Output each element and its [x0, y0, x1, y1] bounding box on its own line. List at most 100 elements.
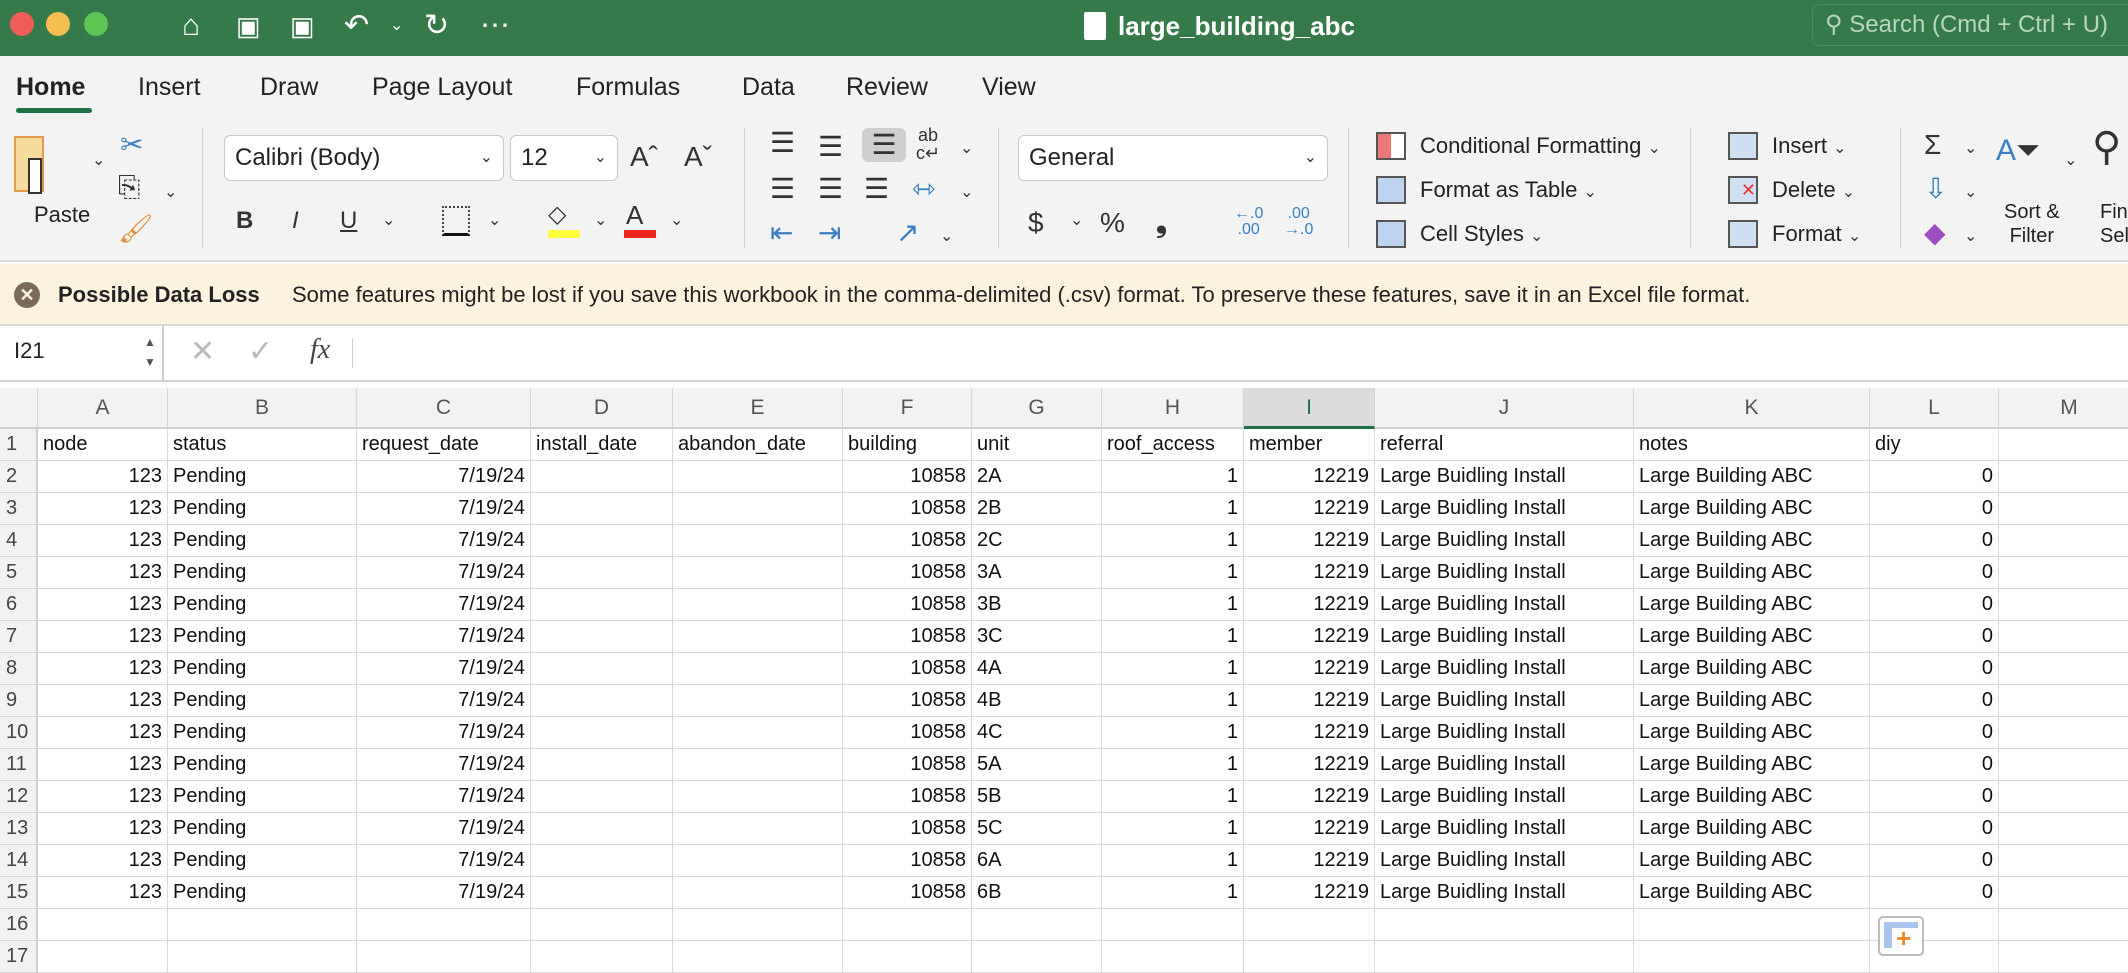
tab-draw[interactable]: Draw [260, 70, 318, 104]
header-cell[interactable]: diy [1870, 429, 1999, 461]
cell[interactable] [1999, 941, 2128, 973]
cell[interactable]: 4A [972, 653, 1102, 685]
cell[interactable]: 0 [1870, 749, 1999, 781]
cell[interactable]: Large Buidling Install [1375, 717, 1634, 749]
column-header-G[interactable]: G [972, 388, 1102, 429]
cell[interactable]: 0 [1870, 653, 1999, 685]
delete-cells-button[interactable]: Delete ⌄ [1772, 175, 1855, 208]
fill-color-dropdown-icon[interactable]: ⌄ [594, 210, 607, 230]
cell[interactable]: 1 [1102, 813, 1244, 845]
borders-icon[interactable] [442, 206, 470, 236]
cell[interactable]: 3C [972, 621, 1102, 653]
cell[interactable]: Pending [168, 589, 357, 621]
cell[interactable]: Large Buidling Install [1375, 813, 1634, 845]
header-cell[interactable]: abandon_date [673, 429, 843, 461]
cell[interactable]: 7/19/24 [357, 749, 531, 781]
row-header[interactable]: 8 [0, 653, 38, 685]
cell[interactable]: 10858 [843, 717, 972, 749]
cell-styles-button[interactable]: Cell Styles ⌄ [1420, 219, 1543, 252]
cell[interactable] [972, 941, 1102, 973]
cell[interactable]: 7/19/24 [357, 589, 531, 621]
font-size-select[interactable]: 12 ⌄ [510, 135, 618, 181]
cell[interactable]: 4B [972, 685, 1102, 717]
cell[interactable]: 123 [38, 589, 168, 621]
align-top-icon[interactable]: ☰ [770, 126, 795, 160]
cell[interactable]: 7/19/24 [357, 685, 531, 717]
cell[interactable]: 10858 [843, 877, 972, 909]
wrap-dropdown-icon[interactable]: ⌄ [960, 138, 973, 158]
cell[interactable]: 12219 [1244, 717, 1375, 749]
increase-decimal-icon[interactable]: ←.0.00 [1234, 206, 1263, 238]
align-right-icon[interactable]: ☰ [864, 172, 889, 206]
row-header[interactable]: 14 [0, 845, 38, 877]
column-header-I[interactable]: I [1244, 388, 1375, 429]
cell[interactable] [843, 909, 972, 941]
cell[interactable]: 7/19/24 [357, 813, 531, 845]
cell[interactable]: 1 [1102, 685, 1244, 717]
cell[interactable]: 123 [38, 813, 168, 845]
save-as-icon[interactable]: ▣ [290, 6, 315, 46]
cell[interactable]: 5B [972, 781, 1102, 813]
cell[interactable]: Large Buidling Install [1375, 461, 1634, 493]
cell[interactable]: Large Buidling Install [1375, 621, 1634, 653]
cell[interactable] [1999, 877, 2128, 909]
cell[interactable]: 0 [1870, 781, 1999, 813]
cell[interactable]: 7/19/24 [357, 845, 531, 877]
row-header[interactable]: 9 [0, 685, 38, 717]
cell[interactable] [357, 909, 531, 941]
name-box[interactable]: I21 ▲ ▼ [0, 326, 164, 380]
cell[interactable]: 7/19/24 [357, 653, 531, 685]
header-cell[interactable]: roof_access [1102, 429, 1244, 461]
cell[interactable] [531, 845, 673, 877]
cell[interactable] [673, 813, 843, 845]
cell[interactable]: 123 [38, 525, 168, 557]
header-cell[interactable]: install_date [531, 429, 673, 461]
cell[interactable] [531, 621, 673, 653]
row-header[interactable]: 7 [0, 621, 38, 653]
cell[interactable]: Large Buidling Install [1375, 781, 1634, 813]
tab-formulas[interactable]: Formulas [576, 70, 680, 104]
cell[interactable] [1244, 909, 1375, 941]
cell[interactable]: 10858 [843, 589, 972, 621]
cell[interactable]: 7/19/24 [357, 493, 531, 525]
cell[interactable]: 1 [1102, 557, 1244, 589]
cell[interactable]: Large Building ABC [1634, 877, 1870, 909]
borders-dropdown-icon[interactable]: ⌄ [488, 210, 501, 230]
cell[interactable] [673, 589, 843, 621]
cell[interactable] [972, 909, 1102, 941]
wrap-text-icon[interactable]: ab c↵ [916, 126, 940, 162]
cell[interactable]: 0 [1870, 525, 1999, 557]
cell[interactable]: 1 [1102, 877, 1244, 909]
undo-icon[interactable]: ↶ [344, 6, 369, 46]
cell[interactable] [531, 813, 673, 845]
cell[interactable]: 10858 [843, 685, 972, 717]
header-cell[interactable] [1999, 429, 2128, 461]
cell[interactable]: 0 [1870, 589, 1999, 621]
italic-button[interactable]: I [292, 204, 299, 238]
sort-filter-button[interactable]: Sort & Filter [2004, 200, 2060, 248]
decrease-decimal-icon[interactable]: .00 →.0 [1284, 206, 1313, 238]
dismiss-banner-icon[interactable]: ✕ [14, 282, 40, 308]
cell[interactable]: 10858 [843, 557, 972, 589]
formula-input[interactable] [360, 332, 2120, 376]
cell[interactable] [1375, 909, 1634, 941]
insert-cells-button[interactable]: Insert ⌄ [1772, 131, 1847, 164]
align-bottom-icon[interactable]: ☰ [862, 128, 906, 162]
header-cell[interactable]: member [1244, 429, 1375, 461]
conditional-formatting-button[interactable]: Conditional Formatting ⌄ [1420, 131, 1661, 164]
row-header[interactable]: 12 [0, 781, 38, 813]
find-select-button[interactable]: Find &Select [2100, 200, 2128, 248]
cell[interactable]: 2A [972, 461, 1102, 493]
row-header[interactable]: 3 [0, 493, 38, 525]
cell[interactable]: 1 [1102, 717, 1244, 749]
cell[interactable]: 10858 [843, 525, 972, 557]
redo-icon[interactable]: ↻ [424, 6, 449, 46]
row-header[interactable]: 6 [0, 589, 38, 621]
row-header[interactable]: 16 [0, 909, 38, 941]
tab-home[interactable]: Home [16, 70, 85, 104]
cell[interactable] [1999, 621, 2128, 653]
merge-dropdown-icon[interactable]: ⌄ [960, 182, 973, 202]
cell[interactable]: Pending [168, 685, 357, 717]
enter-icon[interactable]: ✓ [248, 334, 273, 369]
cell[interactable] [673, 909, 843, 941]
